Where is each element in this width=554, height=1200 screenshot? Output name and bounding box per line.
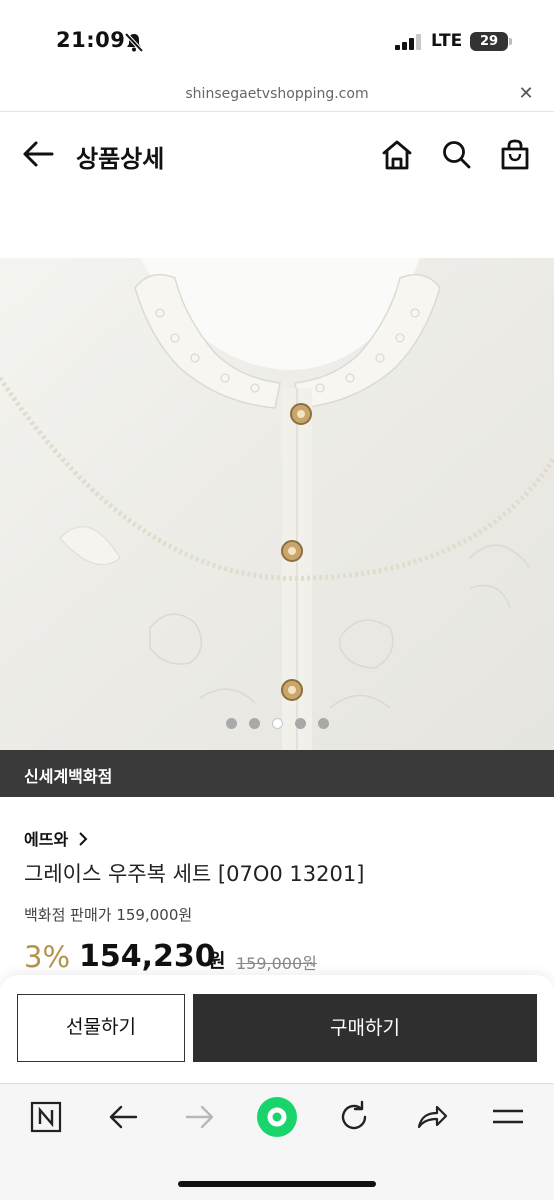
page-header: 상품상세 [0,112,554,198]
signal-icon [395,34,421,50]
pagination-dot-active[interactable] [271,718,283,729]
shopping-bag-icon[interactable] [498,138,532,172]
buy-button[interactable]: 구매하기 [193,994,537,1062]
chevron-right-icon [79,832,88,846]
product-name: 그레이스 우주복 세트 [07O0 13201] [24,862,365,886]
brand-link[interactable]: 에뜨와 [24,826,89,850]
discount-rate: 3% [24,940,71,974]
battery-icon: 29 [470,32,508,51]
page-title: 상품상세 [76,145,165,173]
network-type: LTE [431,31,463,51]
pagination-dot[interactable] [225,718,237,729]
close-icon[interactable]: ✕ [516,84,536,104]
search-icon[interactable] [440,138,474,172]
store-name: 신세계백화점 [24,767,113,786]
url-bar[interactable]: shinsegaetvshopping.com ✕ [0,80,554,112]
department-price: 백화점 판매가 159,000원 [24,906,193,924]
silent-bell-icon [124,32,144,53]
home-icon[interactable] [380,138,414,172]
green-dot-icon[interactable] [256,1096,298,1138]
status-bar: 21:09 LTE 29 [0,0,554,80]
sale-price: 154,230 [79,939,216,974]
clock: 21:09 [56,28,126,52]
pagination-dot[interactable] [294,718,306,729]
pagination-dot[interactable] [317,718,329,729]
back-icon[interactable] [103,1097,143,1137]
product-photo [0,258,554,750]
product-image[interactable] [0,258,554,750]
home-indicator [178,1181,376,1187]
refresh-icon[interactable] [334,1097,374,1137]
menu-icon[interactable] [488,1097,528,1137]
forward-icon[interactable] [180,1097,220,1137]
brand-name[interactable]: 에뜨와 [24,830,68,849]
gift-button[interactable]: 선물하기 [17,994,185,1062]
original-price: 159,000원 [236,954,317,973]
battery-tip [509,38,512,45]
currency-unit: 원 [208,950,226,972]
gallery-pagination[interactable] [0,713,554,729]
url-text[interactable]: shinsegaetvshopping.com [0,86,554,102]
share-icon[interactable] [411,1097,451,1137]
back-arrow-icon[interactable] [20,138,56,170]
purchase-bar: 선물하기 구매하기 [0,975,554,1083]
store-bar: 신세계백화점 [0,750,554,797]
pagination-dot[interactable] [248,718,260,729]
naver-n-icon[interactable] [26,1097,66,1137]
